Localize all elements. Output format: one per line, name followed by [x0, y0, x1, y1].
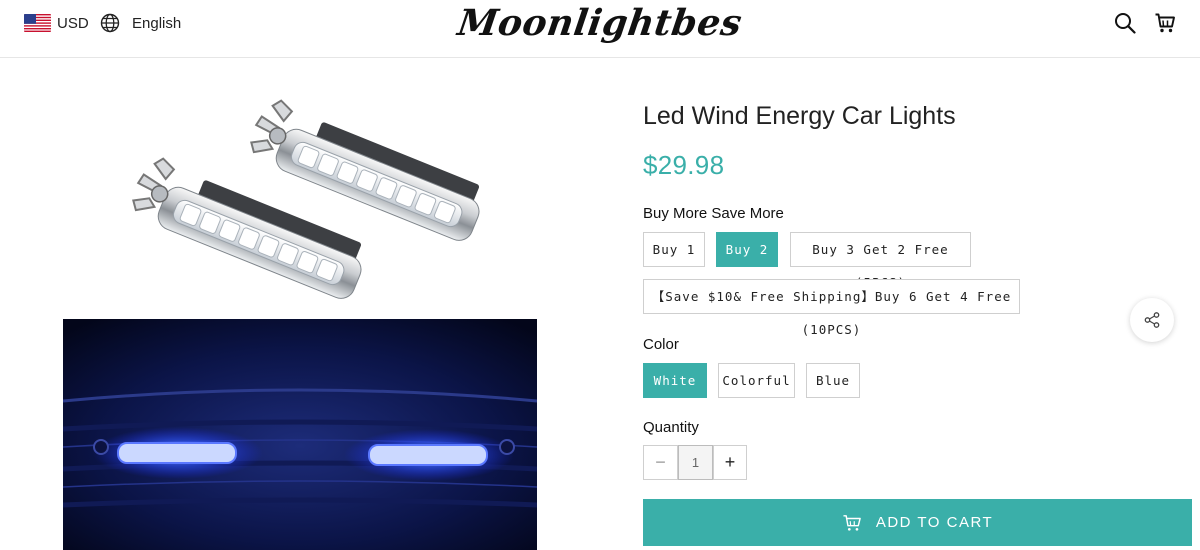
- site-logo[interactable]: Moonlightbes: [0, 0, 1200, 46]
- site-header: USD English Moonlightbes: [0, 0, 1200, 58]
- bundle-option-buy-1[interactable]: Buy 1: [643, 232, 705, 267]
- color-option-white[interactable]: White: [643, 363, 707, 398]
- add-to-cart-button[interactable]: ADD TO CART: [643, 499, 1192, 546]
- quantity-label: Quantity: [643, 419, 699, 436]
- logo-text: Moonlightbes: [455, 2, 745, 44]
- cart-icon: [843, 514, 861, 531]
- bundle-option-buy-6-get-4[interactable]: 【Save $10& Free Shipping】Buy 6 Get 4 Fre…: [643, 279, 1020, 337]
- bundle-option-buy-2[interactable]: Buy 2: [716, 232, 778, 267]
- product-image-main[interactable]: [63, 72, 537, 312]
- color-option-colorful[interactable]: Colorful: [718, 363, 795, 398]
- product-title: Led Wind Energy Car Lights: [643, 102, 956, 130]
- product-price: $29.98: [643, 150, 725, 180]
- quantity-input[interactable]: 1: [678, 445, 713, 480]
- share-button[interactable]: [1130, 298, 1174, 342]
- bundle-label: Buy More Save More: [643, 205, 784, 222]
- color-option-blue[interactable]: Blue: [806, 363, 860, 398]
- product-image-secondary[interactable]: [63, 319, 537, 550]
- header-actions: [1114, 12, 1176, 34]
- quantity-decrease-button[interactable]: −: [643, 445, 678, 480]
- share-icon: [1144, 312, 1160, 328]
- product-info: Led Wind Energy Car Lights $29.98: [643, 96, 1193, 184]
- bundle-option-buy-3-get-2[interactable]: Buy 3 Get 2 Free (5PCS): [790, 232, 971, 290]
- add-to-cart-label: ADD TO CART: [875, 514, 994, 531]
- color-label: Color: [643, 336, 679, 353]
- search-icon[interactable]: [1114, 12, 1136, 34]
- quantity-increase-button[interactable]: +: [713, 445, 747, 480]
- cart-icon[interactable]: [1154, 12, 1176, 34]
